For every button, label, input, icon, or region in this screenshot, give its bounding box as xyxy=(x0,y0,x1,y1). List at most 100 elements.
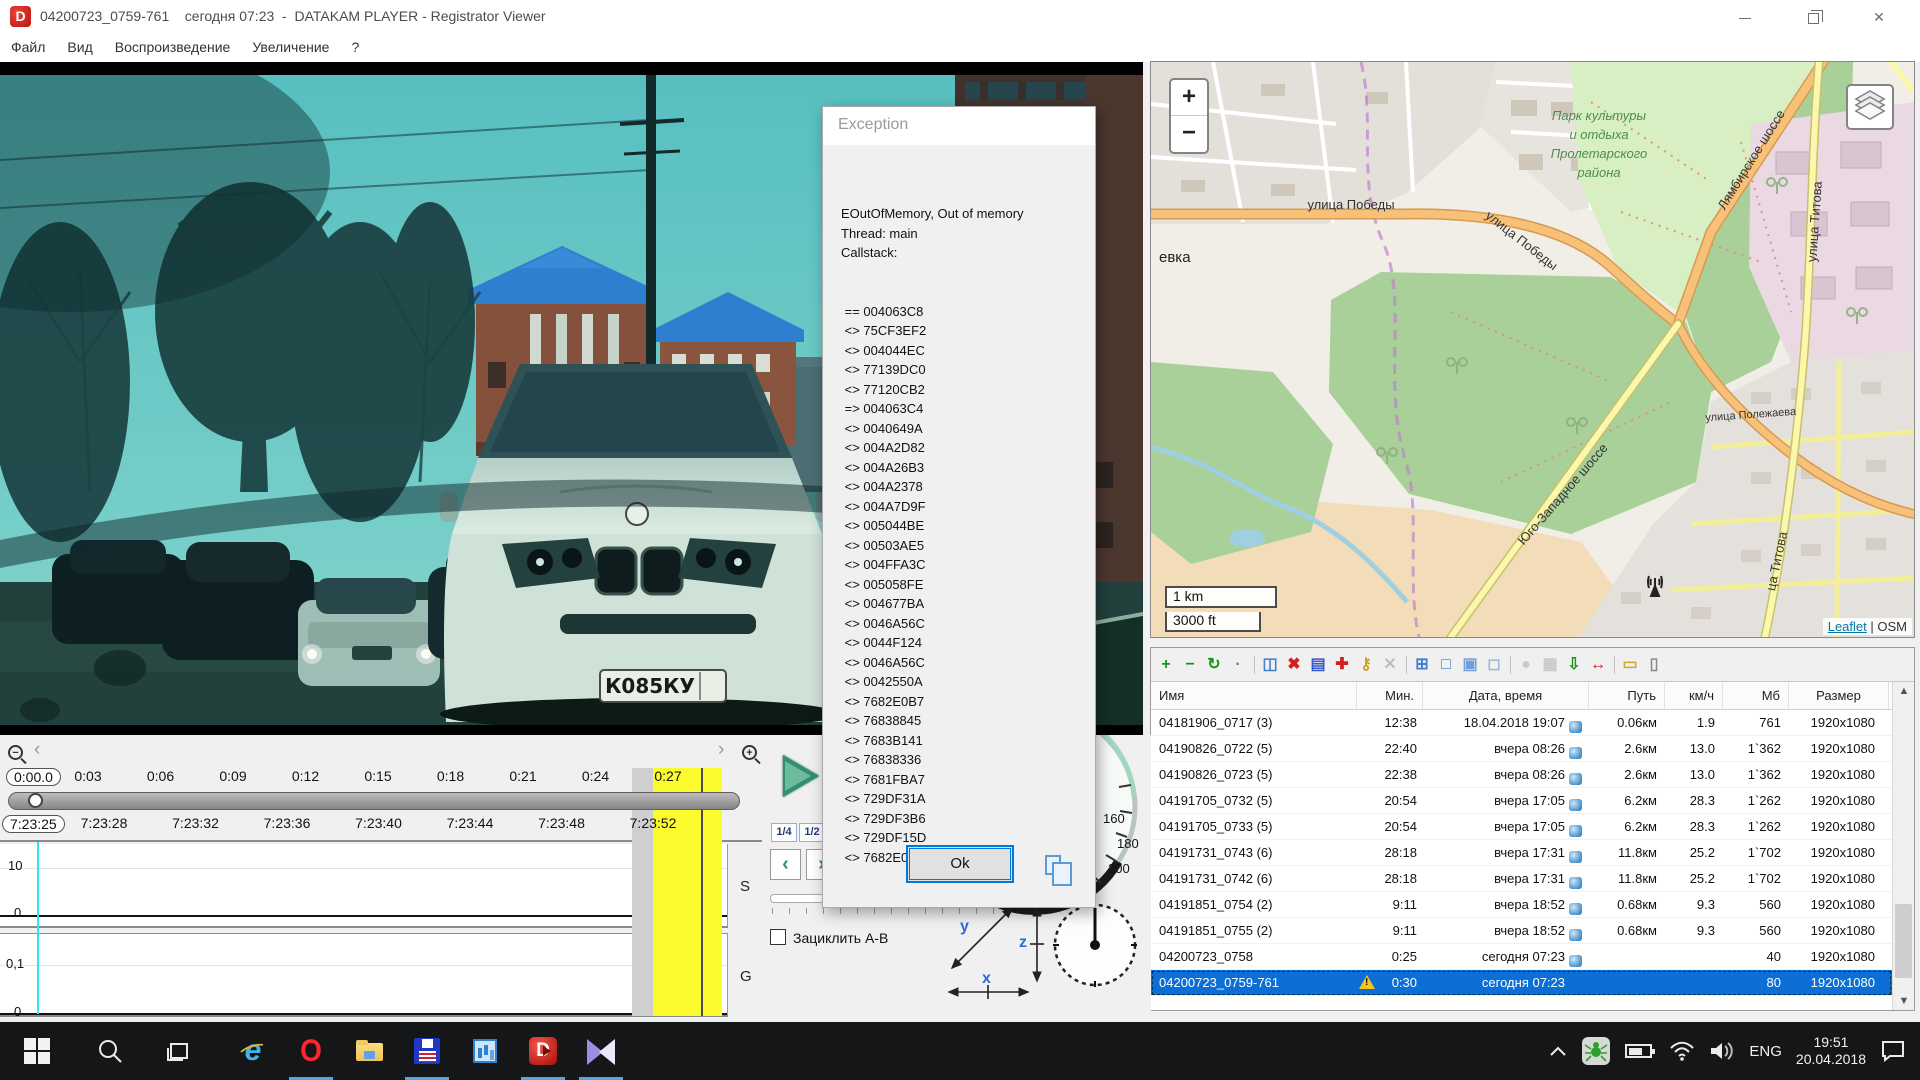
film-export-icon[interactable] xyxy=(1587,654,1609,676)
sep-icon[interactable] xyxy=(1403,654,1409,676)
column-header[interactable]: Мин. xyxy=(1357,682,1423,709)
refresh-icon[interactable] xyxy=(1203,654,1225,676)
report-icon[interactable] xyxy=(1643,654,1665,676)
explorer-icon xyxy=(353,1035,385,1067)
zoom-out-button[interactable]: − xyxy=(1171,116,1207,152)
task-view-button[interactable] xyxy=(150,1022,208,1080)
timeline-zoom-out-icon[interactable]: − xyxy=(8,745,23,760)
image-export-icon[interactable] xyxy=(1563,654,1585,676)
time-label: 7:23:48 xyxy=(538,815,585,831)
copy-icon[interactable] xyxy=(1045,855,1061,875)
callstack-line: <> 729DF3B6 xyxy=(841,809,1081,829)
task-view-icon xyxy=(166,1038,192,1064)
add-icon[interactable] xyxy=(1155,654,1177,676)
frames-dashed-icon[interactable] xyxy=(1483,654,1505,676)
table-row[interactable]: 04190826_0723 (5) 22:38 вчера 08:26 2.6к… xyxy=(1151,762,1892,788)
frames-icon[interactable] xyxy=(1459,654,1481,676)
ok-button[interactable]: Ok xyxy=(906,845,1014,883)
menu-item[interactable]: Вид xyxy=(56,34,103,60)
notification-icon[interactable] xyxy=(1880,1039,1906,1063)
remove-icon[interactable] xyxy=(1179,654,1201,676)
column-header[interactable]: км/ч xyxy=(1665,682,1723,709)
volume-icon[interactable] xyxy=(1709,1040,1735,1062)
dialog-header[interactable]: Exception xyxy=(823,107,1095,145)
table-row[interactable]: 04191731_0743 (6) 28:18 вчера 17:31 11.8… xyxy=(1151,840,1892,866)
ball-disabled-icon[interactable] xyxy=(1515,654,1537,676)
drweb-tray-icon[interactable] xyxy=(1581,1036,1611,1066)
language-indicator[interactable]: ENG xyxy=(1749,1043,1782,1060)
menu-item[interactable]: Воспроизведение xyxy=(104,34,242,60)
folder-search-icon[interactable] xyxy=(1619,654,1641,676)
g-axis-zero: 0 xyxy=(14,1004,21,1019)
close-button[interactable]: ✕ xyxy=(1856,0,1902,34)
minimize-button[interactable] xyxy=(1722,0,1768,34)
previous-frame-button[interactable]: ‹ xyxy=(770,849,801,880)
callstack-line: <> 004FFA3C xyxy=(841,555,1081,575)
layers-button[interactable] xyxy=(1846,84,1894,130)
frame-add-icon[interactable] xyxy=(1411,654,1433,676)
table-row[interactable]: 04191705_0733 (5) 20:54 вчера 17:05 6.2к… xyxy=(1151,814,1892,840)
sep-icon[interactable] xyxy=(1251,654,1257,676)
tray-expand-icon[interactable] xyxy=(1549,1045,1567,1057)
cut-disabled-icon[interactable] xyxy=(1379,654,1401,676)
file-toolbar xyxy=(1151,648,1914,682)
delete-icon[interactable] xyxy=(1283,654,1305,676)
timeline-prev-icon[interactable]: ‹ xyxy=(34,739,40,761)
table-row[interactable]: 04191851_0754 (2) 9:11 вчера 18:52 0.68к… xyxy=(1151,892,1892,918)
table-row[interactable]: 04191851_0755 (2) 9:11 вчера 18:52 0.68к… xyxy=(1151,918,1892,944)
column-header[interactable]: Путь xyxy=(1589,682,1665,709)
key-icon[interactable] xyxy=(1355,654,1377,676)
timeline-zoom-in-icon[interactable]: + xyxy=(742,745,757,760)
column-header[interactable]: Дата, время xyxy=(1423,682,1589,709)
table-row[interactable]: 04191731_0742 (6) 28:18 вчера 17:31 11.8… xyxy=(1151,866,1892,892)
gsensor-graph xyxy=(0,933,728,1017)
table-scrollbar[interactable]: ▲ ▼ xyxy=(1892,682,1914,1010)
sep-icon[interactable] xyxy=(1611,654,1617,676)
loop-ab-checkbox[interactable] xyxy=(770,929,786,945)
copy-icon[interactable] xyxy=(1259,654,1281,676)
table-header: ИмяМин.Дата, времяПутькм/чМбРазмер xyxy=(1151,682,1892,710)
gps-map[interactable]: Парк культуры и отдыха Пролетарского рай… xyxy=(1151,62,1914,637)
play-button[interactable] xyxy=(783,755,819,797)
save-icon[interactable] xyxy=(1307,654,1329,676)
table-row[interactable]: 04200723_0759-761 0:30 сегодня 07:23 80 … xyxy=(1151,970,1892,996)
restore-button[interactable] xyxy=(1790,0,1836,34)
medkit-icon[interactable] xyxy=(1331,654,1353,676)
menu-item[interactable]: Файл xyxy=(0,34,56,60)
s-axis-max: 10 xyxy=(8,858,22,873)
sep-icon[interactable] xyxy=(1507,654,1513,676)
time-label: 0:09 xyxy=(219,768,246,784)
column-header[interactable]: Имя xyxy=(1151,682,1357,709)
column-header[interactable]: Мб xyxy=(1723,682,1789,709)
timeline-slider-knob[interactable] xyxy=(28,793,43,808)
frame-icon[interactable] xyxy=(1435,654,1457,676)
svg-text:x: x xyxy=(982,970,991,987)
timeline-next-icon[interactable]: › xyxy=(718,739,724,761)
message-line: Callstack: xyxy=(841,243,1081,263)
table-row[interactable]: 04200723_0758 0:25 сегодня 07:23 40 1920… xyxy=(1151,944,1892,970)
leaflet-link[interactable]: Leaflet xyxy=(1828,619,1867,634)
table-row[interactable]: 04181906_0717 (3) 12:38 18.04.2018 19:07… xyxy=(1151,710,1892,736)
time-label: 7:23:52 xyxy=(630,815,677,831)
osm-link[interactable]: OSM xyxy=(1877,619,1907,634)
wifi-icon[interactable] xyxy=(1669,1041,1695,1061)
table-row[interactable]: 04190826_0722 (5) 22:40 вчера 08:26 2.6к… xyxy=(1151,736,1892,762)
timeline-slider[interactable] xyxy=(8,792,740,810)
search-button[interactable] xyxy=(81,1022,139,1080)
start-button[interactable] xyxy=(8,1022,66,1080)
time-label: 0:06 xyxy=(147,768,174,784)
menu-item[interactable]: ? xyxy=(340,34,370,60)
grid-disabled-icon[interactable] xyxy=(1539,654,1561,676)
message-line: Thread: main xyxy=(841,224,1081,244)
clock[interactable]: 19:51 20.04.2018 xyxy=(1796,1034,1866,1068)
scroll-down-icon: ▼ xyxy=(1893,992,1915,1010)
speed-quarter-button[interactable]: 1/4 xyxy=(771,823,797,842)
table-row[interactable]: 04191705_0732 (5) 20:54 вчера 17:05 6.2к… xyxy=(1151,788,1892,814)
dialog-message: EOutOfMemory, Out of memoryThread: mainC… xyxy=(841,165,1081,906)
zoom-in-button[interactable]: + xyxy=(1171,80,1207,116)
menu-item[interactable]: Увеличение xyxy=(241,34,340,60)
column-header[interactable]: Размер xyxy=(1789,682,1889,709)
message-line: EOutOfMemory, Out of memory xyxy=(841,204,1081,224)
battery-icon[interactable] xyxy=(1625,1042,1655,1060)
dot-icon[interactable] xyxy=(1227,654,1249,676)
